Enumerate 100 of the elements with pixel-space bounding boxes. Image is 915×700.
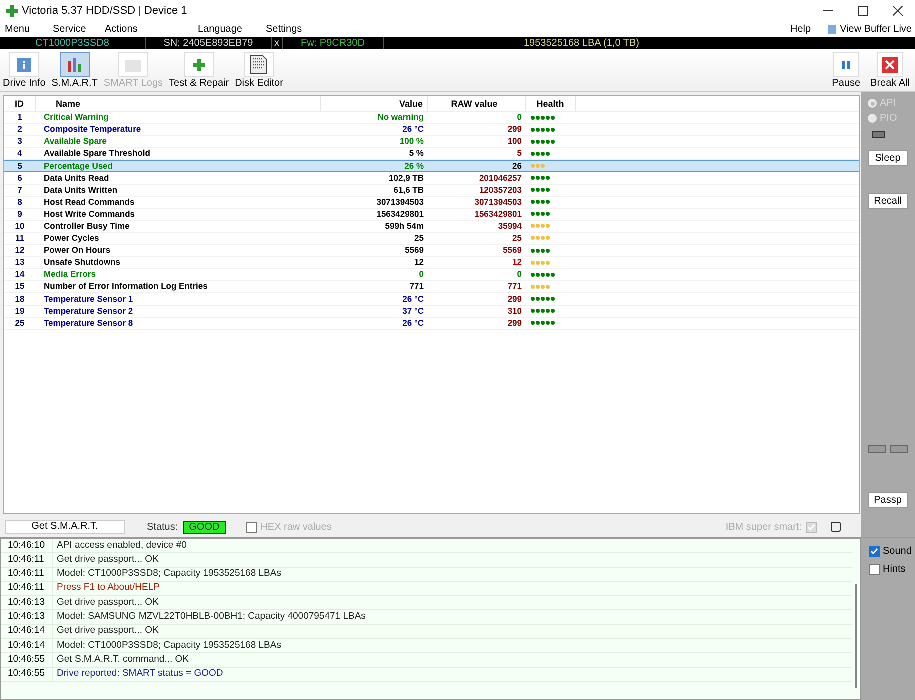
checkbox-label: Hints [883,563,906,577]
list-icon [828,25,836,34]
info-icon [16,56,32,72]
square-toggle[interactable] [831,522,841,532]
table-cell-text: Composite Temperature [43,123,142,136]
table-cell-text: 14 [14,268,26,282]
table-row[interactable]: 3 Available Spare 100 % 100 [4,136,859,148]
table-cell-text: 26 °C [402,123,425,136]
radio-button[interactable] [868,114,877,123]
table-cell-text: Available Spare Threshold [43,147,152,160]
table-row[interactable]: 11 Power Cycles 25 25 [4,232,859,246]
close-icon [892,6,902,16]
checkbox[interactable] [869,546,880,557]
table-row[interactable]: 5 Percentage Used 26 % 26 [4,160,859,172]
menu-item[interactable]: View Buffer Live [840,22,912,37]
table-cell-text: 7 [16,184,24,196]
radio-button[interactable] [868,99,877,108]
recall-button[interactable]: Recall [868,193,908,209]
log-time: 10:46:11 [1,581,53,596]
table-row[interactable]: 2 Composite Temperature 26 °C 299 [4,124,859,136]
close-drive-button[interactable]: x [272,36,282,50]
table-cell-text: 771 [408,280,425,294]
table-cell-text: Data Units Read [43,172,110,184]
table-cell-text: 100 % [398,135,425,148]
table-cell-text: 3071394503 [474,196,523,209]
table-row[interactable]: 14 Media Errors 0 0 [4,269,859,282]
plus-icon [191,56,208,72]
table-cell-text: 100 [506,135,523,148]
table-row[interactable]: 12 Power On Hours 5569 5569 [4,245,859,258]
menu-item[interactable]: Actions [105,22,198,37]
table-row[interactable]: 6 Data Units Read 102,9 TB 201046257 [4,172,859,185]
checkbox[interactable] [806,522,817,532]
log-message: Get drive passport... OK [56,596,159,610]
menu-item[interactable]: Service [48,22,105,37]
table-row[interactable]: 9 Host Write Commands 1563429801 1563429801 [4,208,859,221]
binary-document-icon [250,54,268,74]
table-cell-text: 5 [516,147,523,160]
close-icon [882,56,898,72]
table-row[interactable]: 7 Data Units Written 61,6 TB 120357203 [4,184,859,197]
column-header[interactable]: ID [4,96,36,111]
column-header[interactable]: Name [36,96,321,111]
table-cell-text: 6 [16,172,24,184]
table-cell-text: Unsafe Shutdowns [43,256,122,270]
log-message: Model: SAMSUNG MZVL22T0HBLB-00BH1; Capacity 4000795471 LBAs [56,610,366,624]
table-cell-text: 26 % [404,160,425,173]
table-cell-text: 1 [16,111,24,124]
table-cell-text: Number of Error Information Log Entries [43,280,209,294]
table-cell-text: Temperature Sensor 8 [43,316,134,330]
toolbar-button[interactable]: Disk Editor [234,52,284,91]
table-row[interactable]: 13 Unsafe Shutdowns 12 12 [4,257,859,270]
checkbox[interactable] [246,522,257,532]
table-cell-text: 8 [16,196,24,209]
table-cell-text: Media Errors [43,268,97,282]
table-row[interactable]: 19 Temperature Sensor 2 37 °C 310 [4,306,859,318]
checkbox[interactable] [869,564,880,575]
firmware-version: Fw: P9CR30D [300,36,366,50]
column-header[interactable]: RAW value [428,96,526,111]
table-cell-text: 599h 54m [384,220,425,233]
column-header[interactable]: Health [526,96,576,111]
table-cell-text: Host Write Commands [43,208,136,221]
passport-button[interactable]: Passp [868,492,908,508]
table-row[interactable]: 25 Temperature Sensor 8 26 °C 299 [4,318,859,330]
table-cell-text: Critical Warning [43,111,110,124]
table-cell-text: Data Units Written [43,184,119,196]
table-cell-text: Available Spare [43,135,108,148]
menu-item[interactable]: Menu [0,22,48,37]
toolbar-button[interactable]: S.M.A.R.T [50,52,99,91]
sleep-button[interactable]: Sleep [868,150,908,166]
table-cell-text: 26 °C [402,292,425,306]
menu-item[interactable]: Help [790,22,812,37]
capacity: 1953525168 LBA (1,0 TB) [524,36,640,50]
log-message: Model: CT1000P3SSD8; Capacity 1953525168 LBAs [56,567,282,582]
table-row[interactable]: 15 Number of Error Information Log Entries 771 771 [4,281,859,294]
table-cell-text: 3071394503 [376,196,425,209]
table-cell-text: 13 [14,256,26,270]
toolbar-button[interactable]: Break All [870,52,910,91]
table-row[interactable]: 18 Temperature Sensor 1 26 °C 299 [4,293,859,306]
table-cell-text: 61,6 TB [392,184,425,196]
toolbar-button[interactable]: Test & Repair [168,52,230,91]
column-header[interactable]: Value [321,96,428,111]
table-cell-text: 12 [14,244,26,257]
table-cell-text: 299 [506,316,523,330]
log-time: 10:46:14 [1,638,53,653]
plus-icon [6,5,18,17]
table-row[interactable]: 8 Host Read Commands 3071394503 3071394503 [4,196,859,209]
drive-model: CT1000P3SSD8 [34,36,110,50]
menu-item[interactable]: Settings [266,22,326,37]
get-smart-button[interactable]: Get S.M.A.R.T. [5,520,125,534]
table-cell-text: 26 °C [402,316,425,330]
table-cell-text: 0 [516,111,523,124]
log-time: 10:46:11 [1,552,53,568]
table-row[interactable]: 1 Critical Warning No warning 0 [4,112,859,124]
table-cell-text: 771 [506,280,523,294]
toolbar-button[interactable]: Drive Info [2,52,47,91]
table-cell-text: 201046257 [478,172,523,184]
table-cell-text: 15 [14,280,26,294]
table-row[interactable]: 10 Controller Busy Time 599h 54m 35994 [4,220,859,233]
menu-item[interactable]: Language [198,22,266,37]
log-time: 10:46:13 [1,596,53,610]
scrollbar[interactable] [855,584,857,688]
